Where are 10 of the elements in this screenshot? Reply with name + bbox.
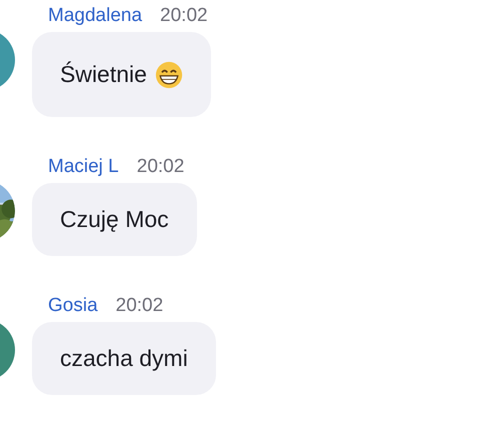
message-text: czacha dymi [60,345,188,372]
message-time: 20:02 [136,156,184,178]
message-time: 20:02 [160,5,208,27]
message-text: Czuję Moc [60,206,169,233]
grinning-face-icon [154,60,183,88]
message-text: Świetnie [60,61,147,88]
sender-name: Magdalena [48,5,142,27]
sender-name: Gosia [48,295,98,317]
message-time: 20:02 [116,295,164,317]
sender-name: Maciej L [48,156,119,178]
